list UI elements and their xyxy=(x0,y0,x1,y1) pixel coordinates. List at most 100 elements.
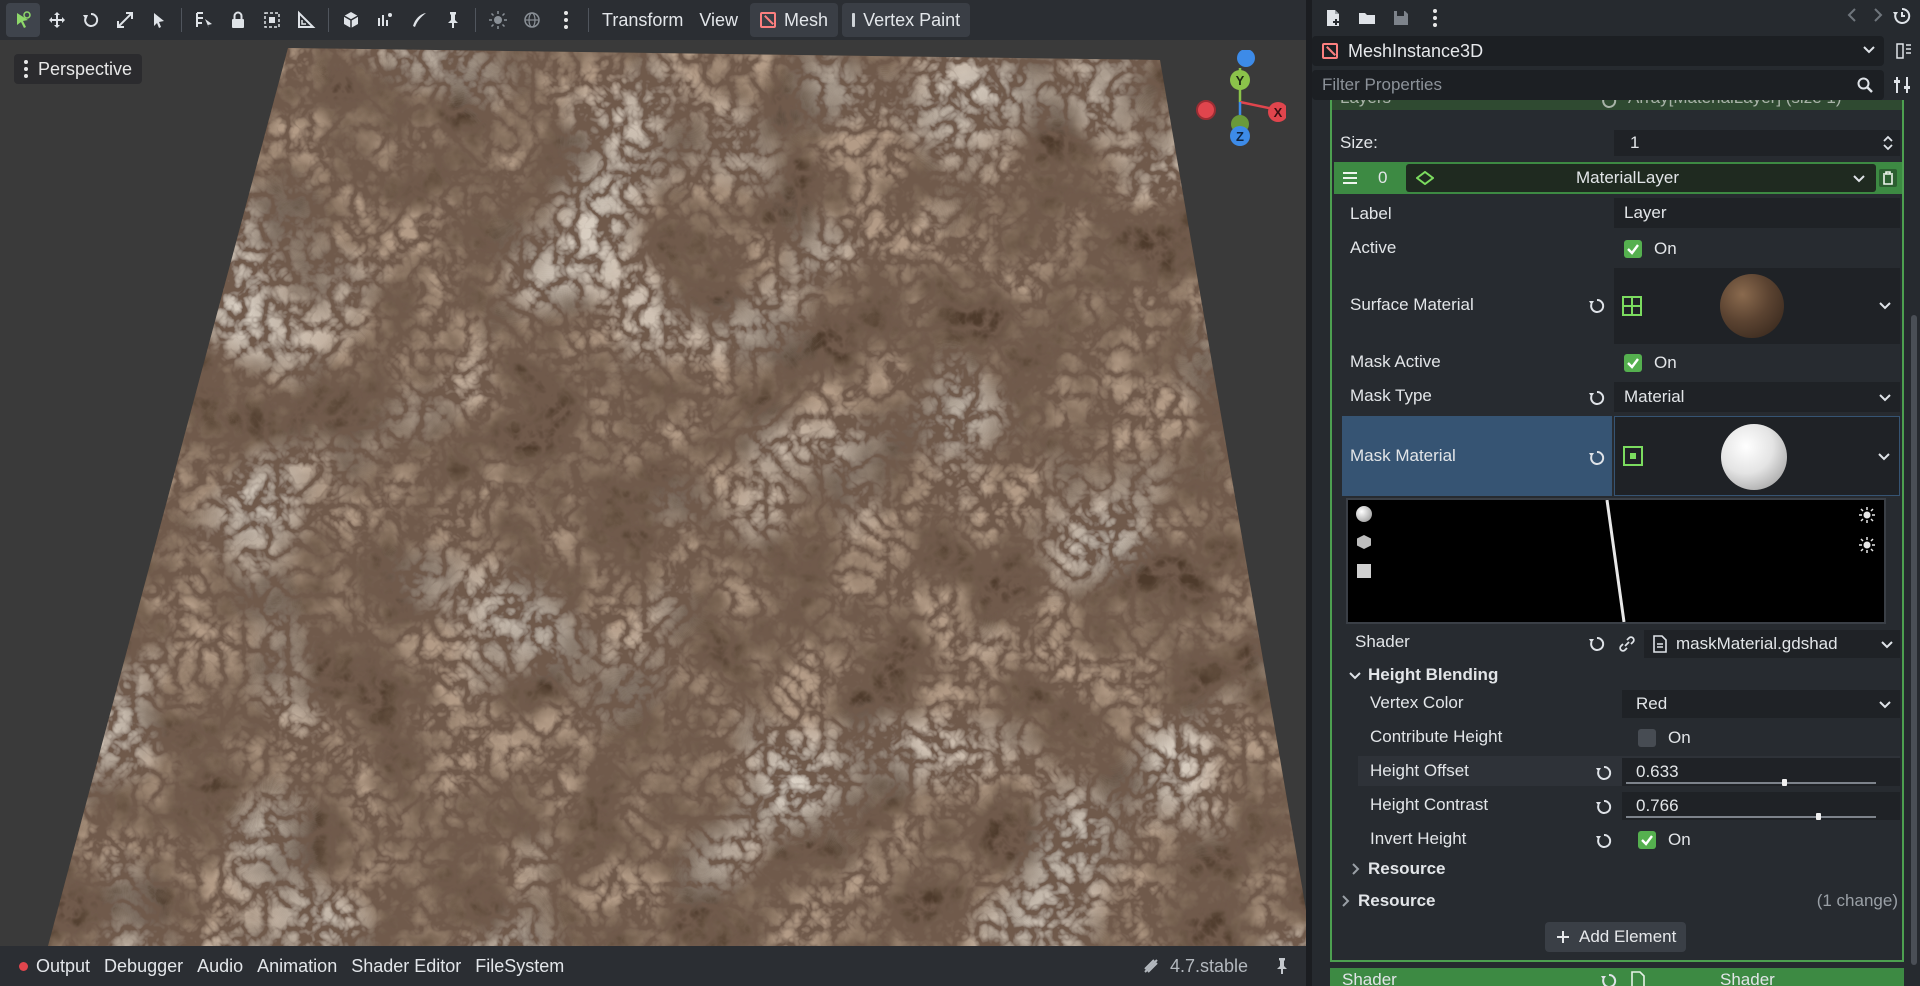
mask-material-picker[interactable] xyxy=(1614,416,1900,496)
reset-icon[interactable] xyxy=(1600,972,1618,986)
resource-outer-section[interactable]: Resource (1 change) xyxy=(1338,888,1902,914)
3d-viewport[interactable]: Perspective Y X Z xyxy=(0,40,1306,946)
pin-panel-icon[interactable] xyxy=(1272,956,1292,976)
active-checkbox[interactable]: On xyxy=(1614,234,1900,264)
sun-icon[interactable] xyxy=(481,3,515,37)
back-arrow-icon[interactable] xyxy=(1844,6,1862,24)
move-mode-icon[interactable] xyxy=(40,3,74,37)
reset-icon[interactable] xyxy=(1588,635,1606,653)
shader-value: maskMaterial.gdshad xyxy=(1676,634,1838,653)
paint-brush-icon[interactable] xyxy=(402,3,436,37)
ruler-icon[interactable] xyxy=(289,3,323,37)
reset-icon[interactable] xyxy=(1588,449,1606,467)
reset-icon[interactable] xyxy=(1595,764,1613,782)
neg-z-handle[interactable] xyxy=(1237,50,1255,67)
scrollbar-thumb[interactable] xyxy=(1911,315,1917,965)
surface-material-picker[interactable] xyxy=(1614,268,1900,344)
reset-icon[interactable] xyxy=(1595,798,1613,816)
filesystem-tab[interactable]: FileSystem xyxy=(468,956,571,977)
mask-active-value: On xyxy=(1654,353,1677,372)
transform-menu[interactable]: Transform xyxy=(594,3,691,37)
select-mode-icon[interactable] xyxy=(6,3,40,37)
rotate-mode-icon[interactable] xyxy=(74,3,108,37)
mask-material-label: Mask Material xyxy=(1350,446,1456,465)
light-2-icon[interactable] xyxy=(1858,536,1876,554)
lock-icon[interactable] xyxy=(221,3,255,37)
resource-inner-section[interactable]: Resource xyxy=(1348,856,1898,882)
add-element-button[interactable]: Add Element xyxy=(1545,922,1687,952)
neg-x-handle[interactable] xyxy=(1196,100,1216,120)
slider-grabber[interactable] xyxy=(1815,813,1821,820)
shader-editor-tab[interactable]: Shader Editor xyxy=(344,956,468,977)
output-tab-label: Output xyxy=(36,955,91,976)
label-field[interactable]: Layer xyxy=(1614,198,1900,228)
shader-file-icon xyxy=(1653,635,1667,653)
globe-icon[interactable] xyxy=(515,3,549,37)
orientation-gizmo[interactable]: Y X Z xyxy=(1190,50,1286,146)
pin-icon[interactable] xyxy=(436,3,470,37)
vertex-color-dropdown[interactable]: Red xyxy=(1622,690,1900,718)
more-icon[interactable] xyxy=(1422,5,1448,31)
material-grid-icon xyxy=(1622,296,1642,316)
debugger-tab[interactable]: Debugger xyxy=(97,956,190,977)
save-icon[interactable] xyxy=(1388,5,1414,31)
preview-quad-icon[interactable] xyxy=(1357,564,1371,578)
doc-icon[interactable] xyxy=(1894,41,1914,61)
height-contrast-value: 0.766 xyxy=(1636,796,1679,815)
vertex-paint-button[interactable]: Vertex Paint xyxy=(842,3,971,37)
filter-properties-input[interactable] xyxy=(1312,70,1884,100)
pointer-icon[interactable] xyxy=(142,3,176,37)
inspector-panel: MeshInstance3D Layers Array[MaterialLaye… xyxy=(1312,0,1920,986)
drag-handle-icon[interactable] xyxy=(1342,170,1358,186)
group-icon[interactable] xyxy=(255,3,289,37)
view-menu[interactable]: View xyxy=(691,3,746,37)
slider-grabber[interactable] xyxy=(1782,779,1788,786)
reset-icon[interactable] xyxy=(1600,100,1618,110)
reset-icon[interactable] xyxy=(1588,389,1606,407)
version-indicator[interactable]: 4.7.stable xyxy=(1142,946,1248,986)
mask-active-checkbox[interactable]: On xyxy=(1614,348,1900,378)
element-header[interactable]: 0 MaterialLayer xyxy=(1334,162,1902,194)
output-tab[interactable]: Output xyxy=(12,956,97,977)
size-value: 1 xyxy=(1630,133,1640,152)
reset-icon[interactable] xyxy=(1595,832,1613,850)
inspector-scrollbar[interactable] xyxy=(1908,100,1920,986)
height-blending-section[interactable]: Height Blending xyxy=(1348,662,1898,688)
preview-box-icon[interactable] xyxy=(1356,534,1372,550)
cube-icon[interactable] xyxy=(334,3,368,37)
node-selector[interactable]: MeshInstance3D xyxy=(1312,36,1884,66)
shader-bottom-row[interactable]: Shader Shader xyxy=(1330,968,1904,986)
size-spinbox[interactable]: 1 xyxy=(1614,130,1900,156)
reset-icon[interactable] xyxy=(1588,297,1606,315)
audio-tab[interactable]: Audio xyxy=(190,956,250,977)
history-icon[interactable] xyxy=(1892,6,1912,26)
shader-picker[interactable]: maskMaterial.gdshad xyxy=(1644,630,1900,658)
mesh-instance-icon xyxy=(1322,43,1338,59)
link-icon[interactable] xyxy=(1618,635,1636,653)
snap-icon[interactable] xyxy=(368,3,402,37)
contribute-height-label: Contribute Height xyxy=(1370,727,1503,746)
perspective-menu-button[interactable]: Perspective xyxy=(14,54,143,84)
height-contrast-slider[interactable]: 0.766 xyxy=(1622,792,1900,820)
slider-track xyxy=(1626,782,1876,784)
element-type-selector[interactable]: MaterialLayer xyxy=(1406,164,1876,192)
mesh-menu-button[interactable]: Mesh xyxy=(750,3,839,37)
forward-arrow-icon[interactable] xyxy=(1868,6,1886,24)
invert-height-checkbox[interactable]: On xyxy=(1622,826,1900,854)
element-index: 0 xyxy=(1378,168,1388,187)
more-icon[interactable] xyxy=(549,3,583,37)
mask-active-label: Mask Active xyxy=(1350,352,1441,371)
height-offset-slider[interactable]: 0.633 xyxy=(1622,758,1900,786)
trash-icon[interactable] xyxy=(1878,168,1898,188)
new-resource-icon[interactable] xyxy=(1320,5,1346,31)
filter-tools-icon[interactable] xyxy=(1892,75,1912,95)
list-select-icon[interactable] xyxy=(187,3,221,37)
open-folder-icon[interactable] xyxy=(1354,5,1380,31)
contribute-height-checkbox[interactable]: On xyxy=(1622,724,1900,752)
light-1-icon[interactable] xyxy=(1858,506,1876,524)
mask-type-dropdown[interactable]: Material xyxy=(1614,382,1900,412)
preview-sphere-icon[interactable] xyxy=(1356,506,1372,522)
animation-tab[interactable]: Animation xyxy=(250,956,344,977)
layers-row[interactable]: Layers Array[MaterialLayer] (size 1) xyxy=(1332,100,1902,110)
scale-mode-icon[interactable] xyxy=(108,3,142,37)
